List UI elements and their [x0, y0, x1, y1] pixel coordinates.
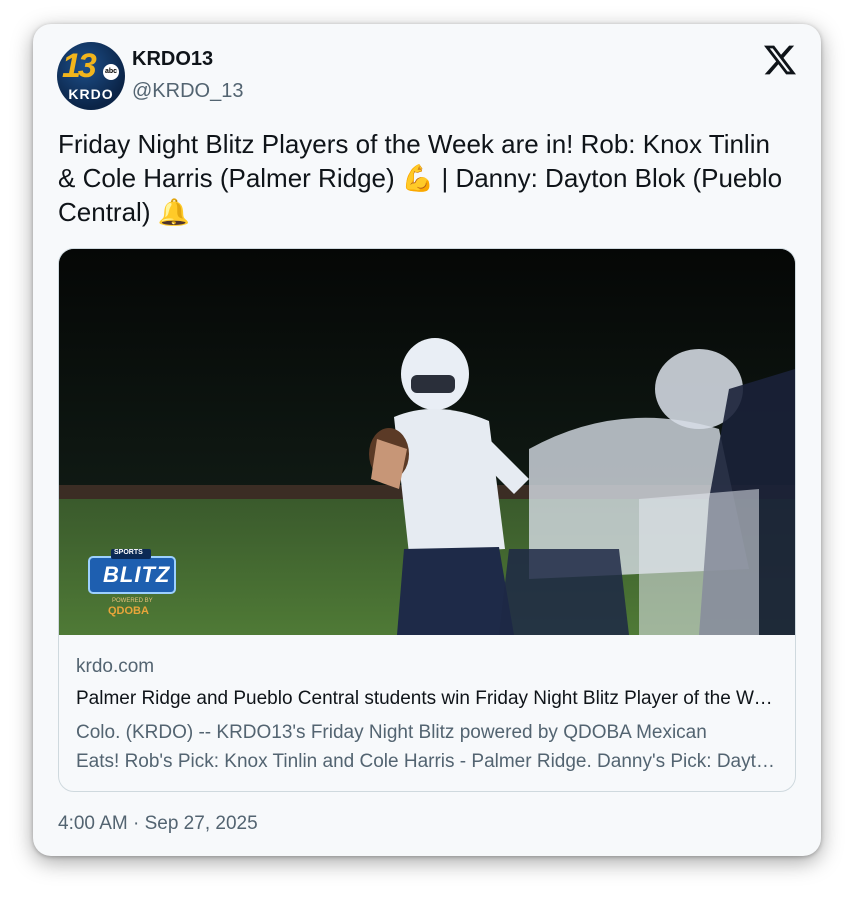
link-preview-image[interactable]: SPORTS BLITZ POWERED BY QDOBA	[59, 249, 795, 635]
avatar-number: 13	[62, 47, 97, 85]
tweet-text: Friday Night Blitz Players of the Week a…	[58, 129, 783, 227]
tweet-card[interactable]: 13 abc KRDO KRDO13 @KRDO_13 Friday Night…	[33, 24, 821, 856]
link-title[interactable]: Palmer Ridge and Pueblo Central students…	[76, 688, 780, 710]
blitz-logo-sponsor: QDOBA	[108, 605, 149, 617]
x-logo-icon[interactable]	[763, 44, 797, 76]
blitz-logo-top: SPORTS	[114, 549, 143, 556]
link-preview-card[interactable]: SPORTS BLITZ POWERED BY QDOBA krdo.com P…	[58, 248, 796, 792]
blitz-logo: BLITZ	[103, 562, 171, 587]
avatar-network-badge: abc	[103, 64, 119, 80]
link-description: Colo. (KRDO) -- KRDO13's Friday Night Bl…	[76, 718, 780, 776]
blitz-logo-sponsor-line: POWERED BY	[112, 598, 153, 604]
link-domain: krdo.com	[76, 656, 155, 677]
link-description-line-1: Colo. (KRDO) -- KRDO13's Friday Night Bl…	[76, 722, 707, 743]
profile-avatar[interactable]: 13 abc KRDO	[57, 42, 125, 110]
account-handle[interactable]: @KRDO_13	[132, 80, 243, 103]
link-description-line-2: Eats! Rob's Pick: Knox Tinlin and Cole H…	[76, 751, 780, 772]
account-name[interactable]: KRDO13	[132, 48, 213, 71]
tweet-timestamp[interactable]: 4:00 AM · Sep 27, 2025	[58, 813, 258, 835]
avatar-callsign: KRDO	[68, 86, 114, 102]
